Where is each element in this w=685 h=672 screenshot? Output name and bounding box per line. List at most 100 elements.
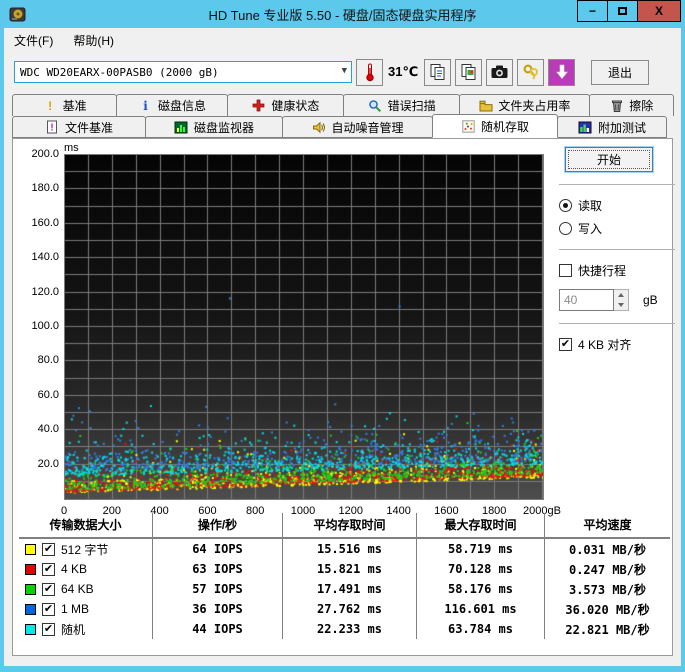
maximize-button[interactable] [607,0,637,22]
tab-random-access[interactable]: 随机存取 [432,114,558,138]
table-row: ✔ 4 KB 63 IOPS 15.821 ms 70.128 ms 0.247 MB/秒 [19,559,670,579]
series-label: 512 字节 [61,542,109,557]
title-bar[interactable]: HD Tune 专业版 5.50 - 硬盘/固态硬盘实用程序 − X [0,0,685,28]
start-button[interactable]: 开始 [565,147,653,172]
write-radio-row[interactable]: 写入 [559,220,675,237]
disk-info-icon: i [143,98,148,113]
copy-text-icon [430,64,444,80]
short-stroke-row[interactable]: 快捷行程 [559,262,675,279]
tab-extra-tests[interactable]: 附加测试 [557,116,667,138]
error-scan-icon [368,99,383,113]
y-axis-tick: 140.0 [31,251,59,264]
spin-down-button[interactable] [614,300,628,310]
chevron-down-icon: ▼ [341,66,347,76]
write-radio[interactable] [559,222,572,235]
series-color-swatch [25,623,36,635]
menu-file[interactable]: 文件(F) [14,32,53,49]
ops-cell: 63 IOPS [152,559,282,579]
keys-icon [522,64,538,80]
y-axis-tick: 160.0 [31,216,59,229]
series-color-swatch [25,583,36,595]
y-axis-tick: 180.0 [31,182,59,195]
tab-file-benchmark[interactable]: ! 文件基准 [12,116,146,138]
menu-help[interactable]: 帮助(H) [73,32,114,49]
close-button[interactable]: X [637,0,681,22]
y-axis-tick: 20.0 [37,457,59,470]
tab-benchmark[interactable]: ! 基准 [12,94,118,116]
tab-disk-info[interactable]: i 磁盘信息 [116,94,228,116]
copy-image-button[interactable] [455,58,482,86]
copy-image-icon [461,64,475,80]
menu-bar: 文件(F) 帮助(H) [4,28,681,52]
max-access-cell: 58.719 ms [416,539,544,559]
tab-health[interactable]: 健康状态 [226,94,344,116]
short-stroke-size-row: 40 gB [559,289,675,311]
avg-access-cell: 17.491 ms [282,579,416,599]
table-row: ✔ 512 字节 64 IOPS 15.516 ms 58.719 ms 0.031 MB… [19,539,670,559]
avg-speed-cell: 36.020 MB/秒 [544,599,670,619]
tab-aam[interactable]: 自动噪音管理 [282,116,433,138]
table-row: ✔ 随机 44 IOPS 22.233 ms 63.784 ms 22.821 MB/秒 [19,619,670,639]
update-download-button[interactable] [548,58,575,86]
results-table: 传输数据大小 操作/秒 平均存取时间 最大存取时间 平均速度 ✔ 512 字节 64 IOP… [19,513,670,639]
series-checkbox[interactable]: ✔ [42,622,55,636]
short-stroke-checkbox[interactable] [559,264,572,277]
column-header: 传输数据大小 [49,518,122,532]
read-radio-row[interactable]: 读取 [559,197,675,214]
series-checkbox[interactable]: ✔ [42,562,55,576]
series-checkbox[interactable]: ✔ [42,542,55,556]
series-cell: ✔ 随机 [19,619,152,639]
max-access-cell: 116.601 ms [416,599,544,619]
tab-label: 自动噪音管理 [331,120,404,135]
random-access-icon [461,119,476,133]
tab-error-scan[interactable]: 错误扫描 [343,94,461,116]
options-button[interactable] [517,58,544,86]
read-radio[interactable] [559,199,572,212]
align-row[interactable]: ✔ 4 KB 对齐 [559,336,675,353]
temperature-button[interactable] [356,58,383,86]
client-area: 文件(F) 帮助(H) WDC WD20EARX-00PASB0 (2000 g… [4,28,681,666]
tab-label: 擦除 [629,99,654,113]
y-axis-tick: 80.0 [37,354,59,367]
tab-disk-monitor[interactable]: 磁盘监视器 [145,116,283,138]
aam-icon [311,120,326,134]
short-stroke-size-input[interactable]: 40 [559,289,614,311]
drive-select[interactable]: WDC WD20EARX-00PASB0 (2000 gB) ▼ [14,61,352,83]
random-access-panel: ms 200.0 180.0 160.0 140.0 120.0 100.0 80.0 60.… [12,138,675,656]
series-label: 随机 [61,622,86,637]
camera-icon [491,65,508,78]
separator [559,184,675,185]
spin-up-icon [618,293,624,297]
tab-label: 随机存取 [480,119,529,134]
column-header: 平均存取时间 [282,513,416,537]
toolbar: WDC WD20EARX-00PASB0 (2000 gB) ▼ 31℃ 退出 [4,52,681,92]
series-checkbox[interactable]: ✔ [42,602,55,616]
series-label: 1 MB [61,602,90,616]
copy-text-button[interactable] [424,58,451,86]
spin-up-button[interactable] [614,290,628,300]
minimize-button[interactable]: − [577,0,607,22]
avg-access-cell: 15.516 ms [282,539,416,559]
exit-button[interactable]: 退出 [591,59,649,85]
ops-cell: 57 IOPS [152,579,282,599]
series-cell: ✔ 4 KB [19,559,152,579]
align-checkbox[interactable]: ✔ [559,338,572,351]
series-label: 64 KB [61,582,94,596]
avg-speed-cell: 0.031 MB/秒 [544,539,670,559]
column-header: 操作/秒 [152,513,282,537]
ops-cell: 44 IOPS [152,619,282,639]
screenshot-button[interactable] [486,58,513,86]
tab-erase[interactable]: 擦除 [588,94,674,116]
tab-folder-usage[interactable]: 文件夹占用率 [459,94,590,116]
read-label: 读取 [578,199,603,213]
maximize-icon [618,7,627,15]
y-axis-tick: 100.0 [31,320,59,332]
erase-icon [609,99,624,113]
tab-label: 磁盘监视器 [193,120,254,135]
table-row: ✔ 64 KB 57 IOPS 17.491 ms 58.176 ms 3.573 MB/… [19,579,670,599]
series-checkbox[interactable]: ✔ [42,582,55,596]
avg-access-cell: 15.821 ms [282,559,416,579]
avg-access-cell: 27.762 ms [282,599,416,619]
separator [559,323,675,324]
test-controls: 开始 读取 写入 快捷行程 40 gB ✔ 4 KB 对齐 [559,147,675,359]
